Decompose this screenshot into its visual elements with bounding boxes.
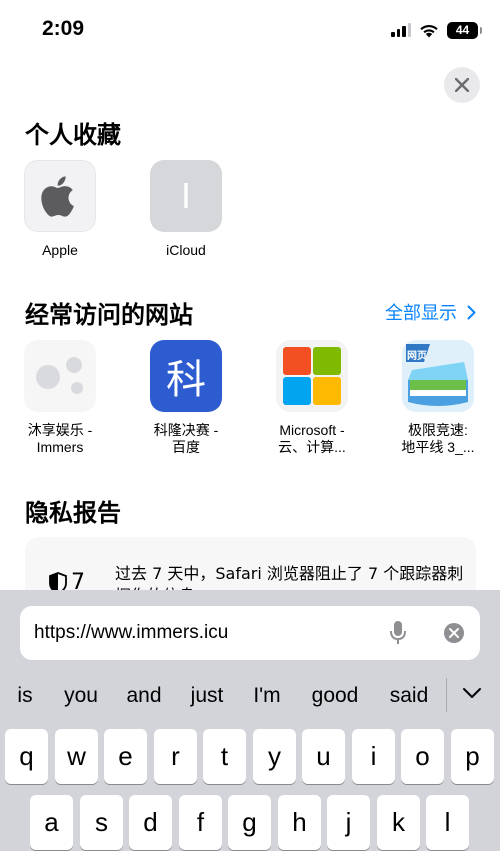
- suggestion-word[interactable]: good: [312, 684, 359, 708]
- key-u[interactable]: u: [302, 729, 345, 784]
- web-clip-book-icon: 网页: [402, 340, 474, 412]
- favorites-title: 个人收藏: [25, 121, 121, 149]
- frequent-label: Microsoft - 云、计算...: [278, 422, 346, 455]
- suggestion-word[interactable]: I'm: [253, 684, 280, 708]
- web-badge: 网页: [407, 350, 427, 362]
- suggestion-word[interactable]: is: [17, 684, 32, 708]
- url-input[interactable]: https://www.immers.icu: [20, 606, 480, 660]
- suggestion-word[interactable]: just: [191, 684, 224, 708]
- frequent-microsoft[interactable]: Microsoft - 云、计算...: [257, 340, 367, 456]
- close-icon: [455, 78, 469, 92]
- key-k[interactable]: k: [377, 795, 420, 850]
- status-bar: 2:09 44: [0, 0, 500, 60]
- status-time: 2:09: [42, 17, 85, 40]
- frequent-title: 经常访问的网站: [25, 301, 193, 329]
- suggestion-word[interactable]: you: [64, 684, 98, 708]
- frequent-immers[interactable]: 沐享娱乐 - Immers: [5, 340, 115, 456]
- key-y[interactable]: y: [253, 729, 296, 784]
- battery-level: 44: [455, 23, 470, 37]
- chevron-right-icon: [467, 305, 476, 319]
- privacy-title: 隐私报告: [25, 499, 121, 527]
- key-i[interactable]: i: [352, 729, 395, 784]
- battery-icon: 44: [447, 21, 482, 39]
- close-button[interactable]: [444, 67, 480, 103]
- suggestion-bar: is you and just I'm good said: [0, 670, 500, 720]
- frequent-baidu[interactable]: 科 科隆决赛 - 百度: [131, 340, 241, 456]
- apple-logo-icon: [24, 160, 96, 232]
- frequent-label: 极限竞速: 地平线 3_...: [401, 422, 475, 455]
- key-r[interactable]: r: [154, 729, 197, 784]
- favorite-apple[interactable]: Apple: [5, 160, 115, 259]
- key-e[interactable]: e: [104, 729, 147, 784]
- key-w[interactable]: w: [55, 729, 98, 784]
- favorite-label: iCloud: [166, 242, 206, 258]
- baidu-site-icon: 科: [150, 340, 222, 412]
- key-t[interactable]: t: [203, 729, 246, 784]
- key-q[interactable]: q: [5, 729, 48, 784]
- microphone-icon: [390, 621, 406, 644]
- key-g[interactable]: g: [228, 795, 271, 850]
- keyboard-area: https://www.immers.icu is you and just I…: [0, 590, 500, 851]
- baidu-glyph: 科: [166, 357, 206, 403]
- key-d[interactable]: d: [129, 795, 172, 850]
- status-icons: 44: [391, 19, 482, 41]
- clear-button[interactable]: [443, 622, 465, 648]
- chevron-down-icon: [463, 688, 481, 698]
- clear-icon: [444, 623, 464, 643]
- wifi-icon: [420, 24, 438, 37]
- suggestion-word[interactable]: and: [126, 684, 161, 708]
- key-a[interactable]: a: [30, 795, 73, 850]
- microsoft-logo-icon: [276, 340, 348, 412]
- key-f[interactable]: f: [179, 795, 222, 850]
- frequent-label: 沐享娱乐 - Immers: [27, 422, 93, 455]
- show-all-link[interactable]: 全部显示: [385, 299, 476, 325]
- show-all-label: 全部显示: [385, 303, 457, 324]
- key-h[interactable]: h: [278, 795, 321, 850]
- favorite-icloud[interactable]: I iCloud: [131, 160, 241, 259]
- key-s[interactable]: s: [80, 795, 123, 850]
- immers-site-icon: [24, 340, 96, 412]
- cellular-signal-icon: [391, 23, 411, 37]
- url-text: https://www.immers.icu: [34, 622, 229, 643]
- icloud-letter: I: [180, 175, 191, 216]
- favorite-label: Apple: [42, 242, 78, 258]
- key-j[interactable]: j: [327, 795, 370, 850]
- frequent-forza[interactable]: 网页 极限竞速: 地平线 3_...: [383, 340, 493, 456]
- microphone-button[interactable]: [389, 620, 407, 650]
- key-l[interactable]: l: [426, 795, 469, 850]
- icloud-letter-icon: I: [150, 160, 222, 232]
- suggestion-word[interactable]: said: [390, 684, 429, 708]
- key-p[interactable]: p: [451, 729, 494, 784]
- frequent-label: 科隆决赛 - 百度: [153, 422, 219, 455]
- hide-keyboard-button[interactable]: [462, 684, 482, 703]
- suggestion-divider: [446, 678, 447, 712]
- key-o[interactable]: o: [401, 729, 444, 784]
